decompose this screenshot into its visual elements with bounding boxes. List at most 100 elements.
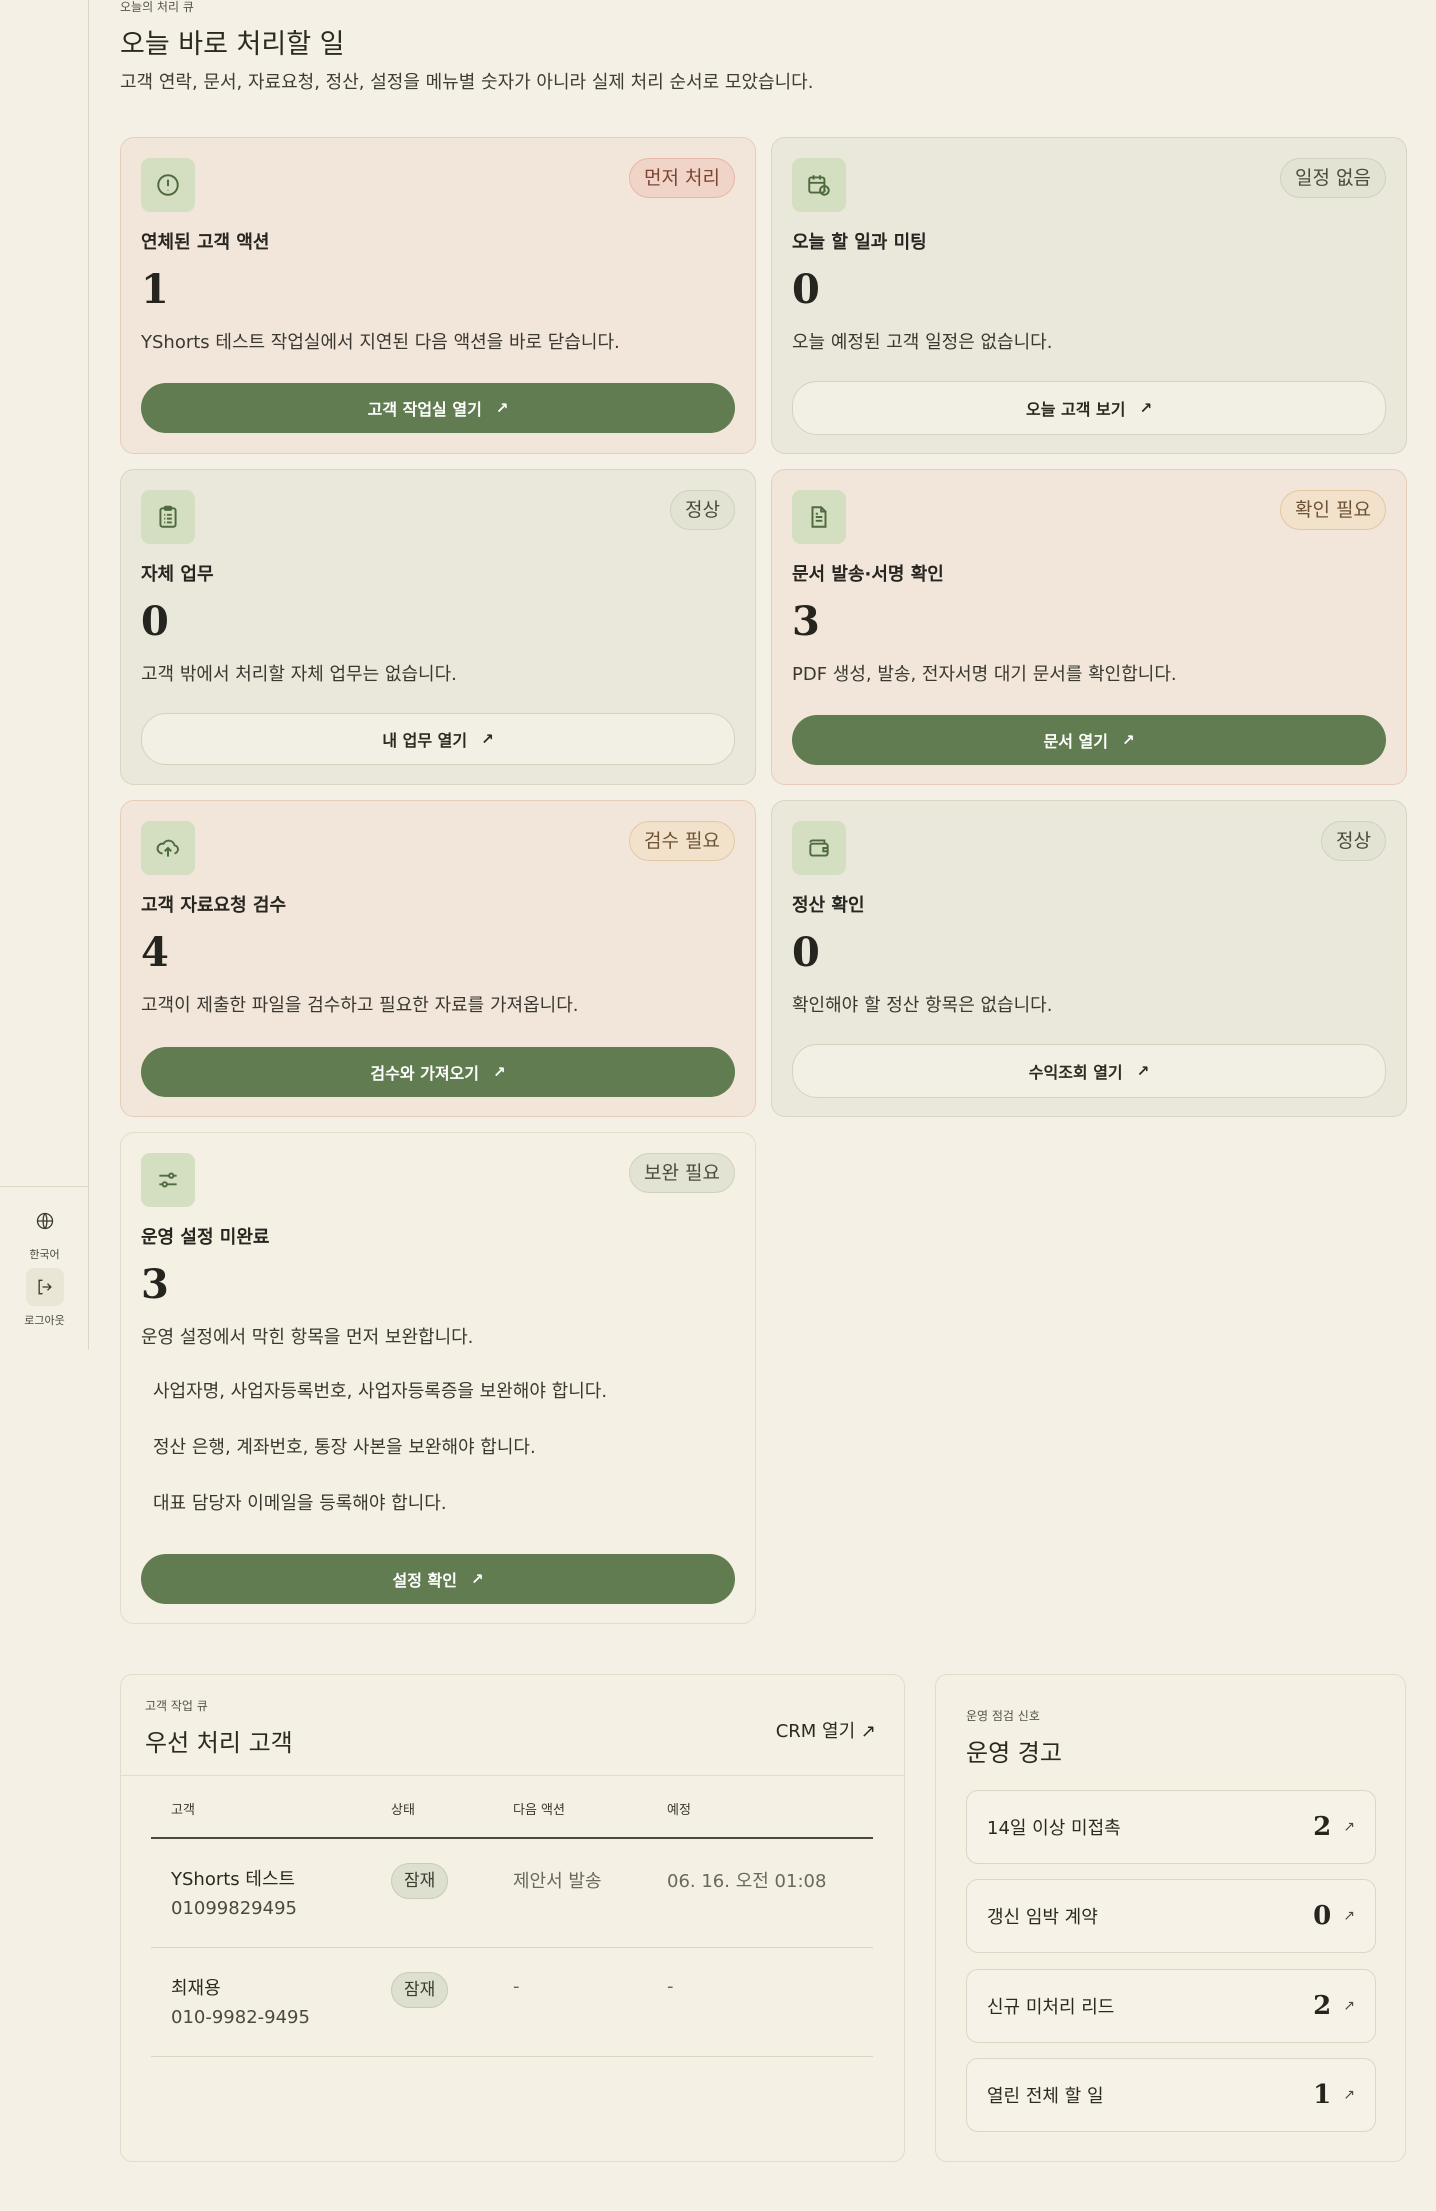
sliders-icon <box>141 1153 195 1207</box>
card-title: 자체 업무 <box>141 564 214 585</box>
view-today-customers-button[interactable]: 오늘 고객 보기 ↗ <box>792 381 1386 435</box>
check-settings-button[interactable]: 설정 확인 ↗ <box>141 1554 735 1604</box>
alert-count: 1 <box>1313 2080 1332 2110</box>
cloud-upload-icon <box>141 821 195 875</box>
status-badge: 보완 필요 <box>629 1153 735 1193</box>
table-row[interactable]: 최재용 010-9982-9495 잠재 - - <box>151 1948 873 2057</box>
due-date: - <box>667 1976 674 1997</box>
card-overdue-actions: 먼저 처리 연체된 고객 액션 1 YShorts 테스트 작업실에서 지연된 … <box>120 137 756 454</box>
arrow-up-right-icon: ↗ <box>495 399 509 417</box>
panel-title: 우선 처리 고객 <box>145 1729 293 1757</box>
arrow-up-right-icon: ↗ <box>493 1063 506 1081</box>
logout-icon <box>25 1268 64 1306</box>
card-title: 연체된 고객 액션 <box>141 232 270 253</box>
status-badge: 검수 필요 <box>629 821 735 861</box>
card-count: 0 <box>141 598 169 645</box>
alert-renewal-due[interactable]: 갱신 임박 계약 0 ↗ <box>966 1879 1376 1953</box>
card-description: 고객이 제출한 파일을 검수하고 필요한 자료를 가져옵니다. <box>141 995 579 1016</box>
status-badge: 정상 <box>670 490 735 530</box>
card-count: 3 <box>792 598 820 645</box>
alert-label: 신규 미처리 리드 <box>987 1997 1115 2018</box>
card-today-meetings: 일정 없음 오늘 할 일과 미팅 0 오늘 예정된 고객 일정은 없습니다. 오… <box>771 137 1407 454</box>
card-description: 운영 설정에서 막힌 항목을 먼저 보완합니다. <box>141 1327 474 1348</box>
card-count: 0 <box>792 266 820 313</box>
alert-count: 0 <box>1313 1901 1332 1931</box>
logout-label: 로그아웃 <box>24 1314 65 1327</box>
clipboard-list-icon <box>141 490 195 544</box>
arrow-up-right-icon: ↗ <box>481 730 494 748</box>
settings-issue-list: 사업자명, 사업자등록번호, 사업자등록증을 보완해야 합니다. 정산 은행, … <box>153 1377 607 1545</box>
card-description: YShorts 테스트 작업실에서 지연된 다음 액션을 바로 닫습니다. <box>141 332 620 353</box>
arrow-up-right-icon: ↗ <box>1343 1908 1355 1924</box>
open-documents-button[interactable]: 문서 열기 ↗ <box>792 715 1386 765</box>
sidebar-divider <box>0 1186 89 1187</box>
link-label: CRM 열기 <box>775 1721 856 1742</box>
table-row[interactable]: YShorts 테스트 01099829495 잠재 제안서 발송 06. 16… <box>151 1839 873 1948</box>
due-date: 06. 16. 오전 01:08 <box>667 1871 827 1892</box>
card-title: 정산 확인 <box>792 895 865 916</box>
customer-name[interactable]: YShorts 테스트 <box>171 1865 295 1891</box>
next-action: - <box>513 1976 520 1997</box>
status-badge: 잠재 <box>391 1863 449 1899</box>
panel-title: 운영 경고 <box>966 1739 1062 1767</box>
arrow-up-right-icon: ↗ <box>860 1721 876 1742</box>
button-label: 오늘 고객 보기 <box>1025 400 1126 419</box>
review-and-import-button[interactable]: 검수와 가져오기 ↗ <box>141 1047 735 1097</box>
list-item: 사업자명, 사업자등록번호, 사업자등록증을 보완해야 합니다. <box>153 1381 608 1402</box>
page-eyebrow: 오늘의 처리 큐 <box>120 0 194 14</box>
button-label: 검수와 가져오기 <box>370 1064 480 1083</box>
card-settings-incomplete: 보완 필요 운영 설정 미완료 3 운영 설정에서 막힌 항목을 먼저 보완합니… <box>120 1132 756 1624</box>
wallet-icon <box>792 821 846 875</box>
calendar-clock-icon <box>792 158 846 212</box>
open-revenue-button[interactable]: 수익조회 열기 ↗ <box>792 1044 1386 1098</box>
operation-alerts-panel: 운영 점검 신호 운영 경고 14일 이상 미접촉 2 ↗ 갱신 임박 계약 0… <box>935 1674 1406 2162</box>
alert-uncontacted[interactable]: 14일 이상 미접촉 2 ↗ <box>966 1790 1376 1864</box>
status-badge: 먼저 처리 <box>629 158 735 198</box>
language-switch[interactable]: 한국어 <box>0 1202 89 1262</box>
status-badge: 잠재 <box>391 1972 449 2008</box>
card-title: 문서 발송·서명 확인 <box>792 564 944 585</box>
status-badge: 일정 없음 <box>1280 158 1386 198</box>
button-label: 수익조회 열기 <box>1028 1063 1123 1082</box>
page-title: 오늘 바로 처리할 일 <box>120 29 345 60</box>
page-subtitle: 고객 연락, 문서, 자료요청, 정산, 설정을 메뉴별 숫자가 아니라 실제 … <box>120 72 814 93</box>
button-label: 내 업무 열기 <box>382 731 468 750</box>
language-label: 한국어 <box>29 1248 60 1261</box>
alert-new-leads[interactable]: 신규 미처리 리드 2 ↗ <box>966 1969 1376 2043</box>
open-crm-link[interactable]: CRM 열기 ↗ <box>776 1717 876 1743</box>
button-label: 고객 작업실 열기 <box>367 400 482 419</box>
customer-phone: 010-9982-9495 <box>171 2007 310 2028</box>
customer-name[interactable]: 최재용 <box>171 1974 221 2000</box>
status-badge: 정상 <box>1321 821 1386 861</box>
card-title: 운영 설정 미완료 <box>141 1227 270 1248</box>
next-action: 제안서 발송 <box>513 1871 602 1892</box>
open-my-tasks-button[interactable]: 내 업무 열기 ↗ <box>141 713 735 765</box>
panel-eyebrow: 운영 점검 신호 <box>966 1709 1040 1723</box>
customer-phone: 01099829495 <box>171 1898 297 1919</box>
arrow-up-right-icon: ↗ <box>1343 1998 1355 2014</box>
sidebar-rail <box>0 0 89 1350</box>
card-description: PDF 생성, 발송, 전자서명 대기 문서를 확인합니다. <box>792 664 1177 685</box>
alert-circle-icon <box>141 158 195 212</box>
card-settlement: 정상 정산 확인 0 확인해야 할 정산 항목은 없습니다. 수익조회 열기 ↗ <box>771 800 1407 1117</box>
card-count: 3 <box>141 1261 169 1308</box>
list-item: 대표 담당자 이메일을 등록해야 합니다. <box>153 1493 447 1514</box>
card-title: 오늘 할 일과 미팅 <box>792 232 927 253</box>
table-header: 고객 상태 다음 액션 예정 <box>151 1775 873 1839</box>
arrow-up-right-icon: ↗ <box>1121 731 1135 749</box>
logout-button[interactable]: 로그아웃 <box>0 1268 89 1328</box>
card-customer-requests: 검수 필요 고객 자료요청 검수 4 고객이 제출한 파일을 검수하고 필요한 … <box>120 800 756 1117</box>
card-description: 오늘 예정된 고객 일정은 없습니다. <box>792 332 1053 353</box>
alert-open-todos[interactable]: 열린 전체 할 일 1 ↗ <box>966 2058 1376 2132</box>
arrow-up-right-icon: ↗ <box>1136 1062 1150 1080</box>
button-label: 문서 열기 <box>1043 732 1108 751</box>
open-customer-workspace-button[interactable]: 고객 작업실 열기 ↗ <box>141 383 735 433</box>
card-description: 고객 밖에서 처리할 자체 업무는 없습니다. <box>141 664 457 685</box>
alert-count: 2 <box>1313 1812 1332 1842</box>
column-header-next-action: 다음 액션 <box>513 1803 565 1818</box>
column-header-due: 예정 <box>667 1803 691 1818</box>
globe-icon <box>26 1202 64 1240</box>
card-count: 1 <box>141 266 169 313</box>
arrow-up-right-icon: ↗ <box>1139 399 1153 417</box>
panel-eyebrow: 고객 작업 큐 <box>145 1699 208 1713</box>
